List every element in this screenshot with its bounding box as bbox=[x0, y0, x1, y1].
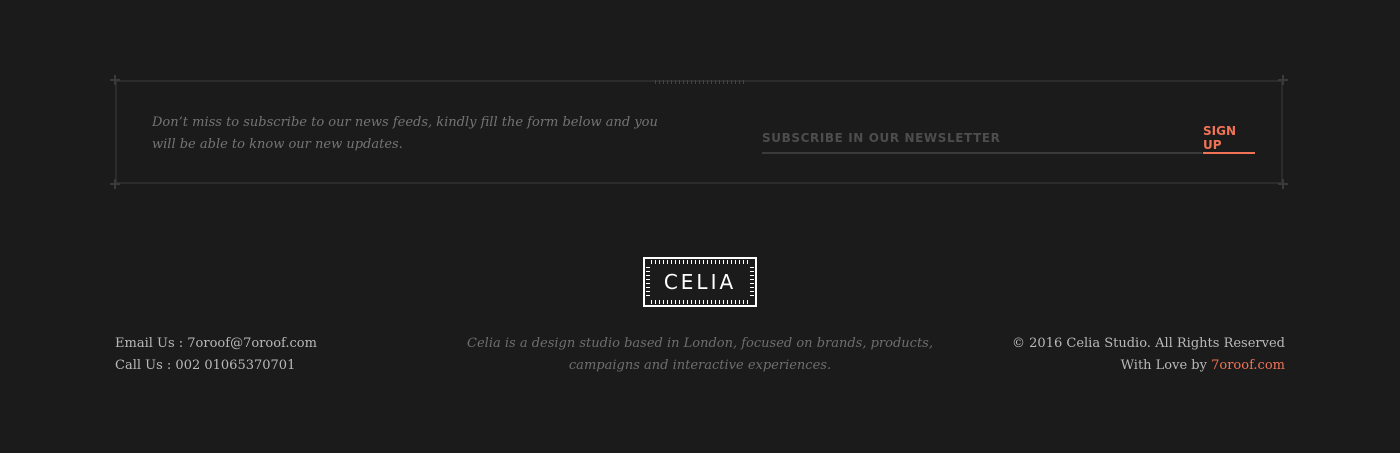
sign-up-button[interactable]: SIGN UP bbox=[1203, 124, 1255, 154]
copyright-line: © 2016 Celia Studio. All Rights Reserved bbox=[1012, 336, 1285, 351]
corner-mark bbox=[110, 179, 120, 189]
logo-ticks bbox=[651, 260, 749, 264]
newsletter-box: Don’t miss to subscribe to our news feed… bbox=[110, 75, 1288, 189]
credit-link[interactable]: 7oroof.com bbox=[1211, 358, 1285, 373]
newsletter-form: SIGN UP bbox=[762, 124, 1255, 154]
contact-phone: Call Us : 002 01065370701 bbox=[115, 358, 296, 373]
logo-text: CELIA bbox=[663, 270, 737, 294]
celia-logo[interactable]: CELIA bbox=[643, 257, 757, 307]
corner-mark bbox=[1278, 179, 1288, 189]
newsletter-email-input[interactable] bbox=[762, 124, 1202, 154]
contact-email: Email Us : 7oroof@7oroof.com bbox=[115, 336, 317, 351]
credit-line: With Love by 7oroof.com bbox=[1012, 355, 1285, 377]
credit-prefix: With Love by bbox=[1120, 358, 1212, 373]
about-text: Celia is a design studio based in London… bbox=[467, 336, 933, 373]
decorative-ticks bbox=[655, 80, 747, 84]
corner-mark bbox=[110, 75, 120, 85]
newsletter-description: Don’t miss to subscribe to our news feed… bbox=[152, 115, 658, 152]
footer-section: Don’t miss to subscribe to our news feed… bbox=[0, 0, 1400, 453]
corner-mark bbox=[1278, 75, 1288, 85]
logo-ticks bbox=[651, 300, 749, 304]
contact-info: Email Us : 7oroof@7oroof.com Call Us : 0… bbox=[115, 333, 317, 377]
copyright-info: © 2016 Celia Studio. All Rights Reserved… bbox=[1012, 333, 1285, 377]
